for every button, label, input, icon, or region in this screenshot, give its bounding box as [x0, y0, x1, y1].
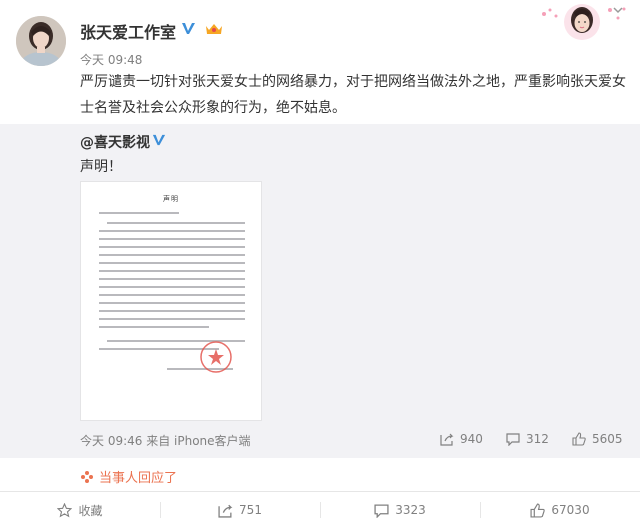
repost-comment-button[interactable]: 312 [506, 432, 549, 446]
favorite-label: 收藏 [78, 503, 103, 518]
verified-icon[interactable] [180, 20, 197, 37]
repost-share-count: 940 [460, 432, 483, 446]
statement-document-image[interactable]: 声明 [80, 181, 262, 421]
repost-block[interactable]: @喜天影视 声明！ 声明 今天 09:46 来自 iPhone客户端 940 3… [0, 124, 640, 458]
post-time[interactable]: 今天 09:48 [80, 51, 142, 68]
share-count: 751 [239, 503, 262, 517]
reply-notice[interactable]: 当事人回应了 [80, 467, 177, 486]
repost-comment-count: 312 [526, 432, 549, 446]
like-count: 67030 [551, 503, 590, 517]
reply-notice-text: 当事人回应了 [99, 471, 178, 486]
favorite-button[interactable]: 收藏 [0, 492, 160, 528]
reply-flower-icon [81, 470, 93, 483]
repost-like-button[interactable]: 5605 [572, 432, 623, 446]
post-action-bar: 收藏 751 3323 67030 [0, 492, 640, 528]
comment-icon [374, 504, 389, 518]
like-icon [572, 432, 586, 446]
post-username[interactable]: 张天爱工作室 [80, 19, 176, 43]
repost-meta[interactable]: 今天 09:46 来自 iPhone客户端 [80, 432, 251, 449]
like-icon [530, 502, 546, 518]
post-text: 严厉谴责一切针对张天爱女士的网络暴力，对于把网络当做法外之地，严重影响张天爱女士… [80, 74, 626, 116]
share-button[interactable]: 751 [160, 492, 320, 528]
vip-icon[interactable] [203, 21, 225, 37]
repost-like-count: 5605 [592, 432, 623, 446]
comment-icon [506, 433, 520, 446]
red-seal-icon [200, 341, 232, 373]
weibo-post-card: 张天爱工作室 今天 09:48 严厉谴责一切针对张天爱女士的网络暴力，对于把网络… [0, 0, 640, 528]
favorite-icon [57, 502, 73, 517]
user-badges [180, 20, 225, 37]
chevron-down-icon[interactable] [612, 4, 624, 16]
share-icon [440, 433, 454, 446]
share-icon [218, 504, 233, 518]
verified-icon [151, 132, 167, 148]
repost-username[interactable]: @喜天影视 [80, 132, 150, 152]
avatar[interactable] [16, 16, 66, 66]
repost-share-button[interactable]: 940 [440, 432, 483, 446]
repost-text: 声明！ [80, 159, 122, 175]
comment-count: 3323 [395, 503, 426, 517]
like-button[interactable]: 67030 [480, 492, 640, 528]
comment-button[interactable]: 3323 [320, 492, 480, 528]
document-title: 声明 [163, 195, 179, 203]
